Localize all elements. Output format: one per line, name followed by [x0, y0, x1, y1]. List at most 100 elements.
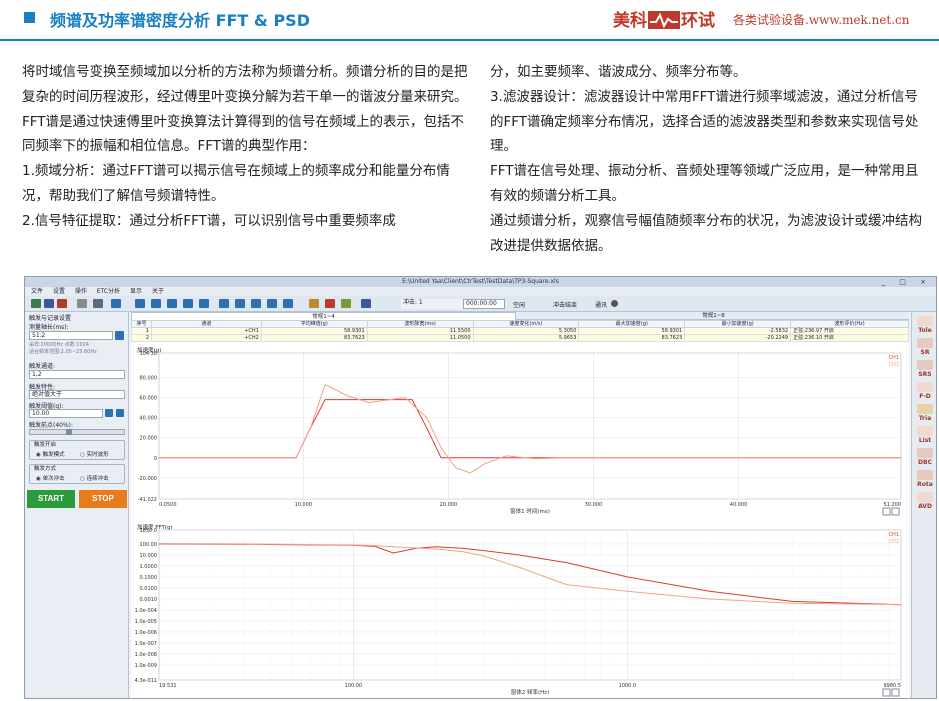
- layout-10-icon[interactable]: [283, 299, 293, 308]
- layout-4-icon[interactable]: [183, 299, 193, 308]
- cursor-icon[interactable]: [325, 299, 335, 308]
- x-tick-label: 30.000: [585, 502, 603, 508]
- table-header-row: 序号 通道 平均峰值(g) 波形脉宽(ms) 速度变化(m/s) 最大加速度(g…: [131, 320, 909, 328]
- paragraph: 通过频谱分析，观察信号幅值随频率分布的状况，为滤波设计或缓冲结构改进提供数据依据…: [490, 212, 922, 254]
- layout-5-icon[interactable]: [199, 299, 209, 308]
- menu-item[interactable]: ETC分析: [97, 287, 120, 296]
- window-title: E:\United Yaa\Client\CtrTest\TestData\TP…: [402, 278, 559, 285]
- trigger-threshold-field[interactable]: 10.00: [29, 409, 103, 418]
- y-tick-label: -20.000: [138, 476, 157, 482]
- x-axis-label: 窗体2 频率(Hz): [511, 688, 550, 696]
- menu-item[interactable]: 关于: [152, 287, 164, 296]
- y-tick-label: 1.0e-007: [135, 641, 157, 647]
- stop-button[interactable]: STOP: [79, 490, 127, 508]
- x-tick-label: 40.000: [730, 502, 748, 508]
- y-tick-label: 1.0000: [140, 564, 158, 570]
- continuous-shock-radio[interactable]: ○ 连续冲击: [80, 474, 109, 482]
- tools-icon[interactable]: [57, 299, 67, 308]
- sample-info: 采样:20000Hz 点数:1024: [29, 342, 89, 348]
- tab-general-1-8[interactable]: 常规1~8: [521, 312, 906, 320]
- slider-thumb[interactable]: [66, 429, 72, 435]
- y-tick-label: 104.36: [140, 351, 158, 357]
- menu-item[interactable]: 显示: [130, 287, 142, 296]
- zoom-in-icon: [882, 688, 891, 697]
- article-right-column: 分，如主要频率、谐波成分、频率分布等。 3.滤波器设计：滤波器设计中常用FFT谱…: [490, 60, 930, 258]
- avd-button[interactable]: AVD: [915, 492, 935, 512]
- x-tick-label: 9980.5: [884, 683, 902, 689]
- trigger-condition-select[interactable]: 绝对值大于: [29, 390, 125, 399]
- single-shock-radio[interactable]: ◉ 单次冲击: [36, 474, 65, 482]
- sr-button[interactable]: SR: [915, 338, 935, 358]
- main-view: 常规1~4 常规1~8 序号 通道 平均峰值(g) 波形脉宽(ms) 速度变化(…: [131, 312, 909, 698]
- fd-button[interactable]: F-D: [915, 382, 935, 402]
- fft-plot[interactable]: 加速度 FFT(g) 1850.0 100.00 10.000 1.0000 0.100…: [131, 522, 909, 698]
- srs-button[interactable]: SRS: [915, 360, 935, 380]
- dbc-button[interactable]: DBC: [915, 448, 935, 468]
- settings-icon[interactable]: [115, 331, 124, 340]
- brand-logo: 美科 环试: [613, 6, 715, 31]
- y-tick-label: 60.000: [140, 396, 158, 402]
- column-header: 平均峰值(g): [260, 320, 368, 328]
- layout-6-icon[interactable]: [219, 299, 229, 308]
- open-icon[interactable]: [31, 299, 41, 308]
- trigger-channel-field[interactable]: 1,2: [29, 370, 125, 379]
- plus-icon[interactable]: [105, 409, 113, 417]
- minus-icon[interactable]: [116, 409, 124, 417]
- tab-general-1-4[interactable]: 常规1~4: [131, 312, 516, 320]
- y-tick-label: 0.0010: [140, 597, 158, 603]
- menu-item[interactable]: 设置: [53, 287, 65, 296]
- y-tick-label: 80.000: [140, 375, 158, 381]
- table-row[interactable]: 2 +CH2 83.7623 11.0500 5.9653 83.7623 -2…: [131, 334, 909, 342]
- y-tick-label: 4.3e-011: [135, 678, 157, 684]
- monitor-icon[interactable]: [111, 299, 121, 308]
- column-header: 序号: [131, 320, 152, 328]
- header-rule: [0, 39, 939, 41]
- trigger-mode-radio[interactable]: ◉ 触发模式: [36, 450, 65, 458]
- x-tick-label: 19.531: [159, 683, 177, 689]
- realtime-radio[interactable]: ○ 实时波形: [80, 450, 109, 458]
- tria-button[interactable]: Tria: [915, 404, 935, 424]
- plot-frame: [158, 529, 902, 681]
- layout-7-icon[interactable]: [235, 299, 245, 308]
- window-titlebar: E:\United Yaa\Client\CtrTest\TestData\TP…: [25, 277, 936, 287]
- rota-button[interactable]: Rota: [915, 470, 935, 490]
- save-icon[interactable]: [44, 299, 54, 308]
- paragraph: FFT谱是通过快速傅里叶变换算法计算得到的信号在频域上的表示，包括不同频率下的振…: [22, 113, 465, 155]
- window-controls[interactable]: _ □ ×: [882, 278, 932, 286]
- time-domain-plot[interactable]: 加速度(g) 104.36 80.000 60.000 40.000 20.000 0 -2…: [131, 345, 909, 517]
- brush-icon[interactable]: [309, 299, 319, 308]
- tolerance-button[interactable]: Tole: [915, 316, 935, 336]
- layout-9-icon[interactable]: [267, 299, 277, 308]
- filter-icon[interactable]: [361, 299, 371, 308]
- brand-name-2: 环试: [681, 11, 715, 31]
- cell: 11.5500: [366, 327, 474, 335]
- paragraph: 将时域信号变换至频域加以分析的方法称为频谱分析。频谱分析的目的是把复杂的时间历程…: [22, 64, 468, 105]
- trigger-way-title: 触发方式: [34, 466, 57, 472]
- y-tick-label: 1850.0: [140, 528, 158, 534]
- zoom-out-icon: [891, 507, 900, 516]
- legend-entry: CH2: [889, 539, 899, 545]
- edit-icon[interactable]: [77, 299, 87, 308]
- layout-1-icon[interactable]: [135, 299, 145, 308]
- y-tick-label: 1.0e-008: [135, 652, 157, 658]
- list-button[interactable]: List: [915, 426, 935, 446]
- cell: 1: [131, 327, 152, 335]
- paragraph: 1.频域分析：通过FFT谱可以揭示信号在频域上的频率成分和能量分布情况，帮助我们…: [22, 163, 450, 204]
- menu-item[interactable]: 操作: [75, 287, 87, 296]
- pretrigger-slider[interactable]: [29, 429, 125, 435]
- off-icon[interactable]: [93, 299, 103, 308]
- record-length-select[interactable]: 51.2: [29, 331, 113, 340]
- start-button[interactable]: START: [27, 490, 75, 508]
- page-header: 频谱及功率谱密度分析 FFT & PSD 美科 环试 各类试验设备.www.mek…: [0, 0, 939, 41]
- menu-item[interactable]: 文件: [31, 287, 43, 296]
- layout-2-icon[interactable]: [151, 299, 161, 308]
- toolbar: 冲击: 1 000:00:00 空闲 冲击结束 通讯: [25, 296, 936, 312]
- printer-icon[interactable]: [341, 299, 351, 308]
- y-tick-label: 1.0e-004: [135, 608, 157, 614]
- layout-3-icon[interactable]: [167, 299, 177, 308]
- cell: 5.9653: [472, 334, 580, 342]
- layout-8-icon[interactable]: [251, 299, 261, 308]
- table-row[interactable]: 1 +CH1 58.9301 11.5500 5.3050 58.9301 -2…: [131, 327, 909, 335]
- status-shock-end: 冲击结束: [553, 302, 578, 309]
- results-table: 序号 通道 平均峰值(g) 波形脉宽(ms) 速度变化(m/s) 最大加速度(g…: [131, 320, 909, 342]
